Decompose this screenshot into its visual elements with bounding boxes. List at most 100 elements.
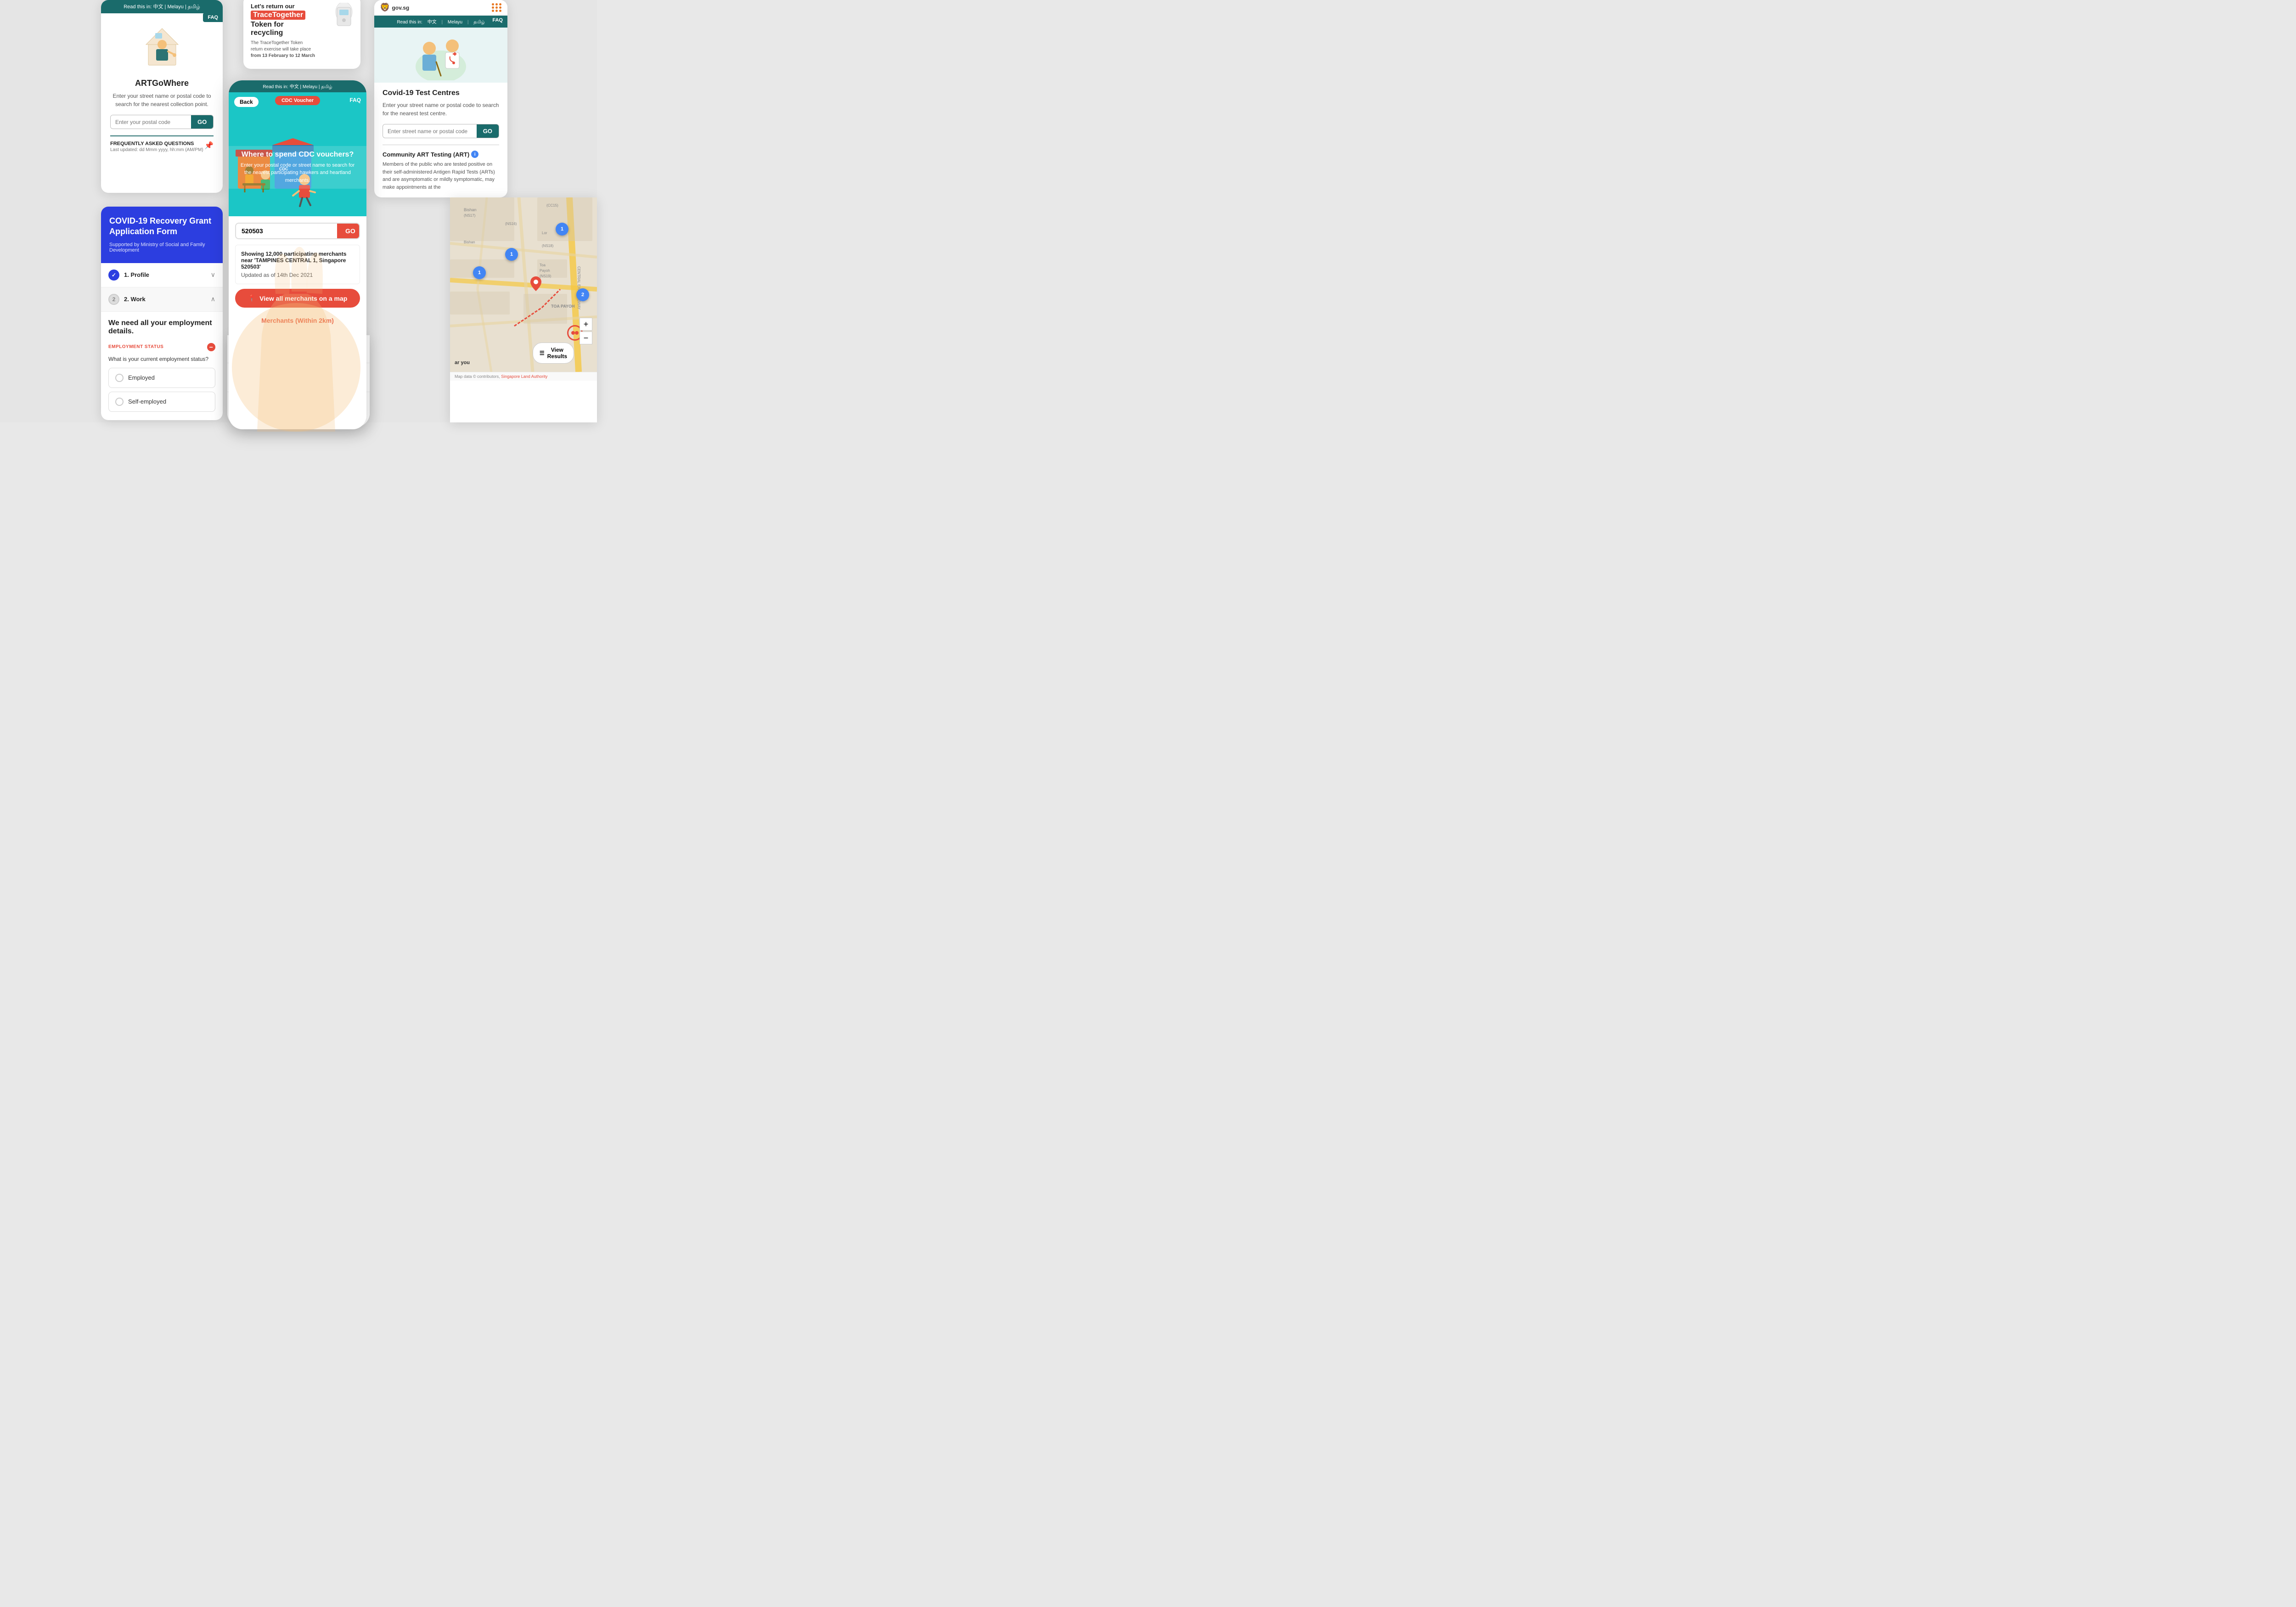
svg-text:(CC15): (CC15) bbox=[546, 203, 558, 208]
covid-lang-zh[interactable]: 中文 bbox=[428, 20, 437, 25]
art-search-input[interactable] bbox=[111, 115, 191, 129]
option-employed[interactable]: Employed bbox=[108, 368, 215, 388]
cdc-search-input[interactable] bbox=[236, 224, 337, 238]
covid-description: Enter your street name or postal code to… bbox=[383, 101, 499, 118]
cdc-map-button[interactable]: 📍 View all merchants on a map bbox=[235, 289, 360, 308]
map-zoom-in[interactable]: + bbox=[580, 318, 592, 331]
step1-num: ✓ bbox=[108, 270, 119, 281]
map-roads: Bishan (NS17) Bishan Lor Toa Payoh (NS19… bbox=[450, 197, 597, 372]
option-selfemployed[interactable]: Self-employed bbox=[108, 392, 215, 412]
art-faq-updated: Last updated: dd Mmm yyyy, hh:mm (AM/PM) bbox=[110, 147, 214, 152]
govsg-label: gov.sg bbox=[392, 5, 409, 11]
page-container: Read this in: 中文 | Melayu | தமிழ் FAQ bbox=[0, 0, 597, 422]
art-faq-label: FREQUENTLY ASKED QUESTIONS bbox=[110, 141, 214, 146]
trace-image bbox=[321, 3, 353, 44]
covid-go-button[interactable]: GO bbox=[477, 124, 499, 138]
trace-text: Let's return our TraceTogether Token for… bbox=[251, 3, 315, 59]
covid-art-section: Community ART Testing (ART) i Members of… bbox=[383, 145, 499, 191]
art-lang-ms[interactable]: Melayu bbox=[167, 4, 183, 10]
step1-label: 1. Profile bbox=[124, 271, 149, 278]
cdc-back-button[interactable]: Back bbox=[234, 97, 259, 107]
map-pin-1[interactable]: 1 bbox=[556, 223, 568, 236]
info-icon: i bbox=[471, 151, 478, 158]
trace-token: Token for bbox=[251, 21, 315, 29]
work-description: We need all your employment details. bbox=[108, 319, 215, 336]
covid-lang-ta[interactable]: தமிழ் bbox=[473, 20, 484, 25]
cdc-header: Back FAQ CDC Voucher bbox=[229, 92, 366, 216]
trace-sub: The TraceTogether Token return exercise … bbox=[251, 40, 315, 59]
radio-employed bbox=[115, 374, 124, 382]
map-area[interactable]: Bishan (NS17) Bishan Lor Toa Payoh (NS19… bbox=[450, 197, 597, 372]
grant-step2[interactable]: 2 2. Work ∧ bbox=[101, 287, 223, 312]
covid-card: 🦁 gov.sg Read this in: 中文 | Melayu | தமி… bbox=[374, 0, 507, 197]
step2-chevron: ∧ bbox=[211, 295, 215, 303]
covid-search-input[interactable] bbox=[383, 124, 477, 138]
cdc-lang-ta[interactable]: தமிழ் bbox=[321, 84, 332, 90]
grant-step1[interactable]: ✓ 1. Profile ∨ bbox=[101, 263, 223, 287]
cdc-go-button[interactable]: GO bbox=[337, 224, 360, 238]
art-illustration bbox=[101, 13, 223, 73]
trace-date: from 13 February to 12 March bbox=[251, 53, 315, 58]
pin-icon: 📌 bbox=[204, 141, 214, 150]
emp-question: What is your current employment status? bbox=[108, 356, 215, 362]
art-title: ARTGoWhere bbox=[110, 79, 214, 88]
covid-govsg-top: 🦁 gov.sg bbox=[374, 0, 507, 16]
cdc-phone-card: Read this in: 中文 | Melayu | தமிழ் Back F… bbox=[229, 80, 366, 429]
art-lang-zh[interactable]: 中文 bbox=[153, 4, 163, 10]
covid-faq-badge[interactable]: FAQ bbox=[488, 16, 507, 25]
map-pin-3[interactable]: 1 bbox=[473, 266, 486, 279]
trace-recycling: recycling bbox=[251, 29, 315, 37]
svg-text:(NS18): (NS18) bbox=[542, 244, 554, 248]
svg-text:(NS17): (NS17) bbox=[464, 214, 476, 218]
emp-status-label: EMPLOYMENT STATUS − bbox=[108, 343, 215, 351]
cdc-question-sub: Enter your postal code or street name to… bbox=[238, 162, 357, 185]
art-search-row: GO bbox=[110, 115, 214, 129]
map-zoom-controls: + − bbox=[580, 318, 592, 344]
covid-body: Covid-19 Test Centres Enter your street … bbox=[374, 83, 507, 197]
step2-label: 2. Work bbox=[124, 296, 146, 303]
cdc-lang-ms[interactable]: Melayu bbox=[303, 84, 317, 90]
art-description: Enter your street name or postal code to… bbox=[110, 92, 214, 108]
covid-illustration bbox=[374, 28, 507, 83]
map-view-results-button[interactable]: ☰ View Results bbox=[533, 343, 574, 364]
app-grid-icon bbox=[492, 3, 502, 12]
lion-icon: 🦁 bbox=[380, 3, 390, 12]
covid-title: Covid-19 Test Centres bbox=[383, 89, 499, 97]
trace-brand: TraceTogether bbox=[251, 11, 305, 20]
svg-text:CENTRAL EXPRESSWAY: CENTRAL EXPRESSWAY bbox=[577, 266, 581, 310]
govsg-logo: 🦁 gov.sg bbox=[380, 3, 409, 12]
cdc-result-updated: Updated as of 14th Dec 2021 bbox=[241, 272, 354, 278]
grant-header: COVID-19 Recovery Grant Application Form… bbox=[101, 207, 223, 263]
location-icon: 📍 bbox=[248, 294, 256, 302]
radio-selfemployed bbox=[115, 398, 124, 406]
art-lang-ta[interactable]: தமிழ் bbox=[188, 4, 200, 10]
grant-title: COVID-19 Recovery Grant Application Form bbox=[109, 216, 214, 237]
trace-lets: Let's return our bbox=[251, 3, 315, 10]
map-credit-link[interactable]: Singapore Land Authority bbox=[501, 374, 547, 379]
art-go-button[interactable]: GO bbox=[191, 115, 213, 129]
art-faq-section: FREQUENTLY ASKED QUESTIONS Last updated:… bbox=[110, 135, 214, 152]
step1-chevron: ∨ bbox=[211, 271, 215, 279]
grant-subtitle: Supported by Ministry of Social and Fami… bbox=[109, 242, 214, 253]
art-card: Read this in: 中文 | Melayu | தமிழ் FAQ bbox=[101, 0, 223, 193]
cdc-search-row: GO bbox=[235, 223, 360, 239]
cdc-result: Showing 12,000 participating merchants n… bbox=[235, 245, 360, 284]
art-faq-badge[interactable]: FAQ bbox=[203, 13, 223, 22]
employed-label: Employed bbox=[128, 374, 155, 381]
art-illustration-svg bbox=[141, 22, 183, 72]
work-section: We need all your employment details. EMP… bbox=[101, 312, 223, 420]
svg-text:Lor: Lor bbox=[542, 231, 547, 235]
covid-search-row: GO bbox=[383, 124, 499, 138]
covid-lang-ms[interactable]: Melayu bbox=[448, 20, 462, 25]
map-zoom-out[interactable]: − bbox=[580, 332, 592, 344]
map-pin-2[interactable]: 1 bbox=[505, 248, 518, 261]
trace-card: Let's return our TraceTogether Token for… bbox=[243, 0, 360, 69]
grant-body: ✓ 1. Profile ∨ 2 2. Work ∧ We need all y… bbox=[101, 263, 223, 420]
cdc-body: GO Showing 12,000 participating merchant… bbox=[229, 216, 366, 331]
map-pin-4[interactable]: 2 bbox=[576, 288, 589, 301]
svg-text:Bishan: Bishan bbox=[464, 208, 477, 212]
cdc-lang-zh[interactable]: 中文 bbox=[290, 84, 299, 90]
cdc-faq-button[interactable]: FAQ bbox=[349, 97, 361, 103]
map-red-pin bbox=[530, 276, 541, 293]
art-read-bar: Read this in: 中文 | Melayu | தமிழ் bbox=[101, 0, 223, 13]
